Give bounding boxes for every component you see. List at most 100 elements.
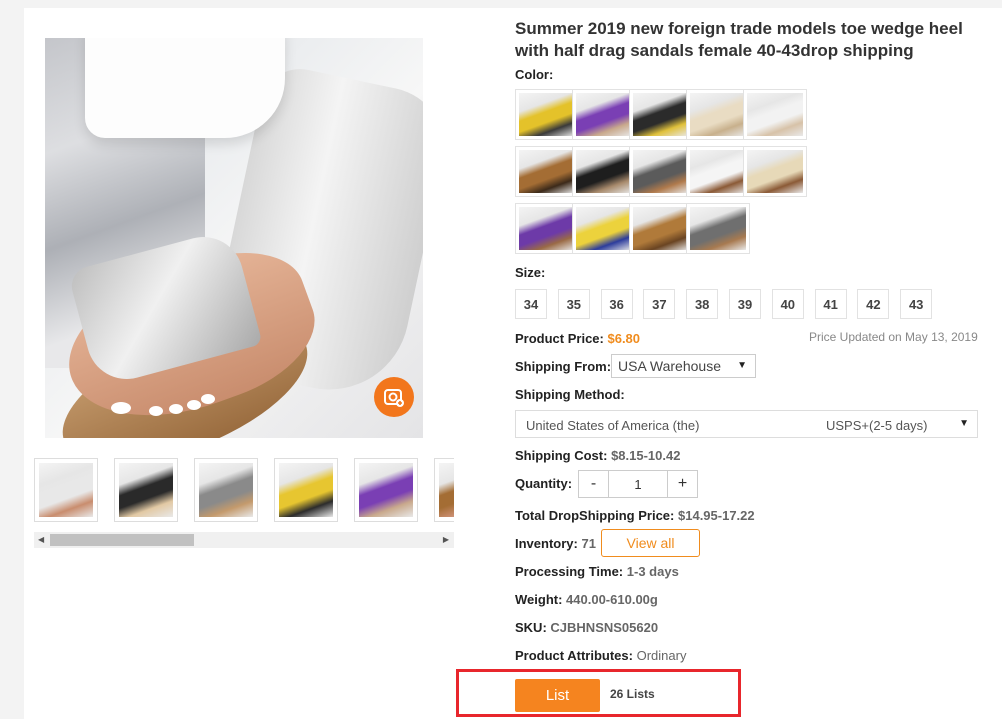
swatch-image [633, 207, 689, 250]
scrollbar-thumb[interactable] [50, 534, 194, 546]
color-swatch-white-brown[interactable] [686, 146, 750, 197]
size-option-38[interactable]: 38 [686, 289, 719, 319]
list-button[interactable]: List [515, 679, 600, 712]
thumbnail-scrollbar[interactable]: ◀ ▶ [34, 532, 454, 548]
chevron-down-icon: ▼ [737, 360, 747, 371]
color-label: Color: [515, 67, 554, 82]
size-option-39[interactable]: 39 [729, 289, 761, 319]
main-product-image[interactable] [45, 38, 423, 438]
thumbnail-image [199, 463, 253, 517]
product-title: Summer 2019 new foreign trade models toe… [515, 19, 963, 60]
swatch-image [690, 93, 746, 136]
total-price-label: Total DropShipping Price: [515, 508, 675, 523]
product-price-value: $6.80 [607, 331, 641, 346]
swatch-image [576, 150, 632, 193]
weight-label: Weight: [515, 592, 563, 607]
thumbnail-white-sandal[interactable] [34, 458, 98, 522]
thumbnail-purple-sandal[interactable] [354, 458, 418, 522]
camera-search-icon [384, 389, 404, 407]
size-option-42[interactable]: 42 [857, 289, 890, 319]
swatch-image [576, 93, 632, 136]
product-attributes: Product Attributes: Ordinary [515, 648, 686, 663]
toenails [107, 384, 217, 424]
size-option-37[interactable]: 37 [643, 289, 676, 319]
product-price-label: Product Price: [515, 331, 604, 346]
swatch-image [519, 93, 575, 136]
thumbnail-strip [34, 458, 454, 524]
scroll-right-icon[interactable]: ▶ [443, 535, 449, 544]
quantity-increase-button[interactable]: + [667, 471, 697, 497]
shipping-method-label: Shipping Method: [515, 387, 625, 402]
inventory-value: 71 [581, 536, 596, 551]
color-swatch-grey-sole[interactable] [686, 203, 750, 254]
swatch-image [690, 207, 746, 250]
shipping-cost-label: Shipping Cost: [515, 448, 608, 463]
swatch-image [519, 207, 575, 250]
color-swatch-yellow-black[interactable] [515, 89, 579, 140]
scroll-left-icon[interactable]: ◀ [38, 535, 44, 544]
color-swatch-leopard-brown[interactable] [629, 203, 693, 254]
thumbnail-image [39, 463, 93, 517]
quantity-stepper: - 1 + [578, 470, 698, 498]
weight: Weight: 440.00-610.00g [515, 592, 658, 607]
quantity-input[interactable]: 1 [609, 471, 667, 497]
thumbnail-leopard-sandal[interactable] [434, 458, 454, 522]
image-search-button[interactable] [374, 377, 414, 417]
size-label: Size: [515, 265, 546, 280]
white-pants [85, 38, 285, 138]
weight-value: 440.00-610.00g [566, 592, 658, 607]
processing-time: Processing Time: 1-3 days [515, 564, 679, 579]
processing-time-label: Processing Time: [515, 564, 624, 579]
view-all-button[interactable]: View all [601, 529, 700, 557]
color-swatch-grey-brown[interactable] [629, 146, 693, 197]
thumbnail-image [279, 463, 333, 517]
product-attributes-label: Product Attributes: [515, 648, 633, 663]
sku-value: CJBHNSNS05620 [550, 620, 659, 635]
sku: SKU: CJBHNSNS05620 [515, 620, 658, 635]
color-swatch-leopard[interactable] [515, 146, 579, 197]
color-swatch-black[interactable] [572, 146, 636, 197]
quantity-label: Quantity: [515, 476, 573, 491]
thumbnail-black-sandal[interactable] [114, 458, 178, 522]
shipping-cost-value: $8.15-10.42 [611, 448, 681, 463]
chevron-down-icon: ▼ [959, 418, 969, 429]
shipping-method-select[interactable]: United States of America (the) USPS+(2-5… [515, 410, 978, 438]
color-swatch-yellow-blue[interactable] [572, 203, 636, 254]
color-swatch-beige[interactable] [686, 89, 750, 140]
inventory: Inventory: 71 [515, 536, 596, 551]
shipping-carrier: USPS+(2-5 days) [826, 418, 928, 433]
processing-time-value: 1-3 days [626, 564, 679, 579]
color-swatch-black-yellow[interactable] [629, 89, 693, 140]
total-price-value: $14.95-17.22 [678, 508, 755, 523]
thumbnail-yellow-sandal[interactable] [274, 458, 338, 522]
color-swatch-purple-brown[interactable] [515, 203, 579, 254]
product-price: Product Price: $6.80 [515, 331, 640, 346]
color-swatch-white[interactable] [743, 89, 807, 140]
shipping-from-label: Shipping From: [515, 359, 612, 374]
size-option-40[interactable]: 40 [771, 289, 804, 319]
swatch-image [633, 150, 689, 193]
color-swatch-beige-brown[interactable] [743, 146, 807, 197]
color-swatch-purple[interactable] [572, 89, 636, 140]
size-option-41[interactable]: 41 [814, 289, 847, 319]
product-attributes-value: Ordinary [636, 648, 687, 663]
thumbnail-image [119, 463, 173, 517]
price-updated-note: Price Updated on May 13, 2019 [809, 330, 978, 344]
swatch-image [576, 207, 632, 250]
shipping-cost: Shipping Cost: $8.15-10.42 [515, 448, 680, 463]
swatch-image [747, 150, 803, 193]
shipping-from-select[interactable]: USA Warehouse ▼ [611, 354, 756, 378]
swatch-image [519, 150, 575, 193]
size-option-34[interactable]: 34 [515, 289, 547, 319]
inventory-label: Inventory: [515, 536, 578, 551]
sku-label: SKU: [515, 620, 547, 635]
swatch-image [690, 150, 746, 193]
quantity-decrease-button[interactable]: - [579, 471, 609, 497]
size-option-36[interactable]: 36 [600, 289, 633, 319]
thumbnail-grey-sandal[interactable] [194, 458, 258, 522]
size-option-43[interactable]: 43 [900, 289, 933, 319]
size-option-35[interactable]: 35 [557, 289, 590, 319]
total-price: Total DropShipping Price: $14.95-17.22 [515, 508, 755, 523]
thumbnail-image [439, 463, 454, 517]
shipping-from-value: USA Warehouse [618, 358, 721, 374]
